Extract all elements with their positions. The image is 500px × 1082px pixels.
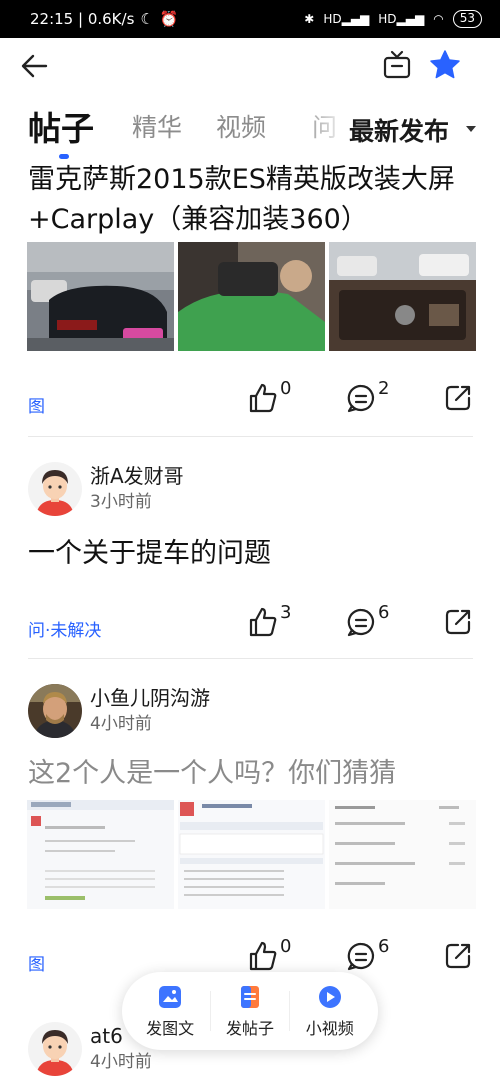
- like-button[interactable]: 3: [248, 602, 291, 638]
- create-post-button[interactable]: 发帖子: [213, 984, 287, 1039]
- avatar[interactable]: [28, 1022, 82, 1076]
- comment-count: 6: [378, 936, 390, 957]
- comment-button[interactable]: 6: [346, 602, 389, 638]
- star-icon[interactable]: [428, 48, 462, 82]
- alarm-icon: ⏰: [159, 10, 179, 28]
- moon-icon: ☾: [140, 10, 154, 28]
- tab-bar: 帖子 精华 视频 问 最新发布: [0, 98, 500, 164]
- separator: [209, 991, 211, 1031]
- comment-count: 6: [378, 602, 390, 623]
- create-video-label: 小视频: [305, 1018, 354, 1038]
- post-image[interactable]: [178, 800, 325, 909]
- like-count: 0: [280, 936, 292, 957]
- tab-posts[interactable]: 帖子: [28, 102, 94, 150]
- post-title[interactable]: 一个关于提车的问题: [28, 534, 488, 574]
- tv-icon[interactable]: [381, 49, 413, 81]
- post-title[interactable]: 这2个人是一个人吗？你们猜猜: [28, 754, 488, 794]
- caret-down-icon[interactable]: [466, 126, 476, 132]
- signal-icon-2: HD▂▄▆: [378, 12, 425, 26]
- comment-button[interactable]: 6: [346, 936, 389, 972]
- post-actions: 图 0 2: [0, 378, 500, 422]
- post-tag[interactable]: 问·未解决: [28, 616, 101, 641]
- create-image-text-label: 发图文: [146, 1018, 195, 1038]
- like-count: 0: [280, 378, 292, 399]
- post-image[interactable]: [178, 242, 325, 351]
- thumb-up-icon: [249, 383, 277, 413]
- post-icon: [240, 985, 259, 1008]
- sort-dropdown[interactable]: 最新发布: [349, 112, 450, 148]
- create-image-text-button[interactable]: 发图文: [133, 984, 207, 1039]
- create-video-button[interactable]: 小视频: [293, 984, 367, 1039]
- post-image[interactable]: [329, 242, 476, 351]
- divider: [28, 436, 473, 437]
- signal-icon: HD▂▄▆: [323, 12, 370, 26]
- like-button[interactable]: 0: [248, 378, 291, 414]
- author-name[interactable]: 小鱼儿阴沟游: [90, 685, 210, 711]
- status-time: 22:15 | 0.6K/s: [30, 10, 135, 28]
- like-button[interactable]: 0: [248, 936, 291, 972]
- post-images: [27, 800, 476, 909]
- comment-count: 2: [378, 378, 390, 399]
- share-icon[interactable]: [444, 384, 472, 412]
- status-bar: 22:15 | 0.6K/s ☾ ⏰ ✱ HD▂▄▆ HD▂▄▆ ◠ 53: [0, 0, 500, 38]
- comment-button[interactable]: 2: [346, 378, 389, 414]
- post-image[interactable]: [27, 242, 174, 351]
- post-actions: 问·未解决 3 6: [0, 602, 500, 646]
- image-text-icon: [159, 985, 182, 1008]
- comment-icon: [347, 384, 375, 413]
- comment-icon: [347, 608, 375, 637]
- divider: [28, 658, 473, 659]
- like-count: 3: [280, 602, 292, 623]
- comment-icon: [347, 942, 375, 971]
- back-arrow-icon[interactable]: [18, 50, 50, 82]
- create-menu: 发图文 发帖子 小视频: [122, 972, 378, 1050]
- post-time: 4小时前: [90, 1052, 152, 1072]
- tab-video[interactable]: 视频: [216, 108, 266, 144]
- thumb-up-icon: [249, 941, 277, 971]
- post-tag[interactable]: 图: [28, 392, 45, 417]
- post-time: 3小时前: [90, 492, 152, 512]
- author-name[interactable]: 浙A发财哥: [90, 463, 184, 489]
- avatar[interactable]: [28, 684, 82, 738]
- nav-bar: [0, 38, 500, 94]
- post-image[interactable]: [329, 800, 476, 909]
- post-author[interactable]: 浙A发财哥 3小时前: [28, 462, 184, 516]
- tab-fade: [300, 98, 348, 158]
- video-icon: [318, 985, 341, 1008]
- tab-featured[interactable]: 精华: [132, 108, 182, 144]
- active-tab-indicator: [59, 154, 69, 159]
- avatar[interactable]: [28, 462, 82, 516]
- battery-indicator: 53: [452, 10, 482, 28]
- share-icon[interactable]: [444, 942, 472, 970]
- post-images: [27, 242, 476, 351]
- post-image[interactable]: [27, 800, 174, 909]
- post-title[interactable]: 雷克萨斯2015款ES精英版改装大屏+Carplay（兼容加装360）: [28, 160, 488, 240]
- post-tag[interactable]: 图: [28, 950, 45, 975]
- share-icon[interactable]: [444, 608, 472, 636]
- post-author[interactable]: 小鱼儿阴沟游 4小时前: [28, 684, 210, 738]
- wifi-icon: ◠: [433, 12, 444, 26]
- post-time: 4小时前: [90, 714, 152, 734]
- separator: [289, 991, 291, 1031]
- thumb-up-icon: [249, 607, 277, 637]
- create-post-label: 发帖子: [225, 1018, 274, 1038]
- bluetooth-icon: ✱: [304, 12, 315, 26]
